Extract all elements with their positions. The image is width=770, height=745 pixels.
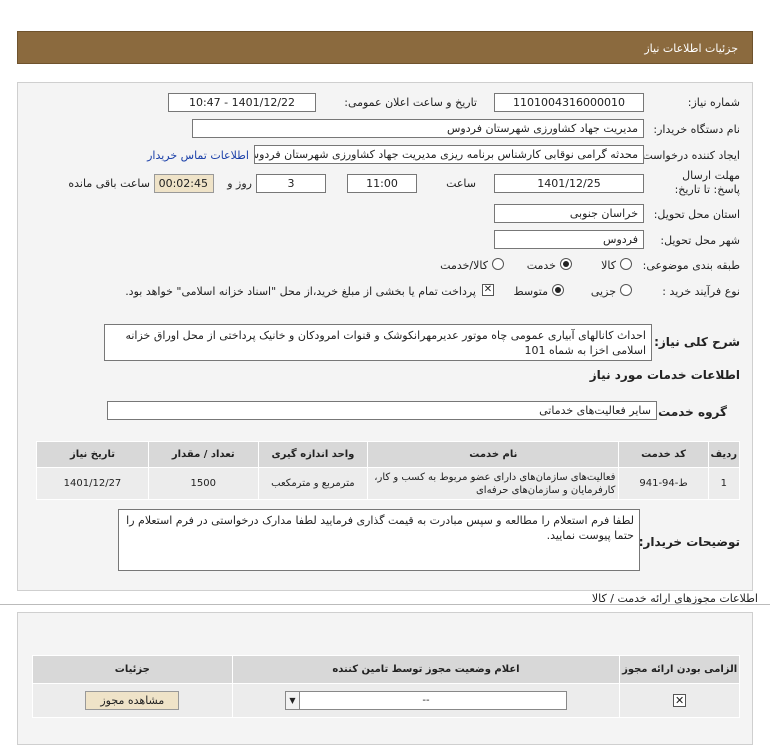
licenses-table-header: الزامی بودن ارائه مجوز اعلام وضعیت مجوز … xyxy=(32,655,740,684)
cell-date: 1401/12/27 xyxy=(36,467,149,500)
col-row: ردیف xyxy=(707,441,741,468)
buyer-org-label: نام دستگاه خریدار: xyxy=(653,123,740,136)
license-status-cell: -- ▼ xyxy=(231,683,621,718)
col-license-status: اعلام وضعیت مجوز توسط تامین کننده xyxy=(231,655,621,684)
cell-name: فعالیت‌های سازمان‌های دارای عضو مربوط به… xyxy=(367,467,620,500)
view-license-button[interactable]: مشاهده مجوز xyxy=(85,691,180,710)
deadline-time-field[interactable]: 11:00 xyxy=(347,174,417,193)
service-group-field[interactable]: سایر فعالیت‌های خدماتی xyxy=(107,401,657,420)
category-service-label: خدمت xyxy=(526,259,556,272)
cell-row: 1 xyxy=(707,467,741,500)
days-field[interactable]: 3 xyxy=(256,174,326,193)
buyer-org-field[interactable]: مدیریت جهاد کشاورزی شهرستان فردوس xyxy=(192,119,644,138)
category-radio-service[interactable] xyxy=(560,258,572,270)
col-name: نام خدمت xyxy=(367,441,620,468)
col-license-required: الزامی بودن ارائه مجوز xyxy=(619,655,740,684)
buyer-notes-label: توضیحات خریدار: xyxy=(638,535,740,549)
items-table-header: ردیف کد خدمت نام خدمت واحد اندازه گیری ت… xyxy=(36,441,741,468)
deadline-label: مهلت ارسال پاسخ: تا تاریخ: xyxy=(674,169,740,196)
page-title: جزئیات اطلاعات نیاز xyxy=(644,42,738,55)
process-radio-medium[interactable] xyxy=(552,284,564,296)
category-radio-goods-service[interactable] xyxy=(492,258,504,270)
announce-label: تاریخ و ساعت اعلان عمومی: xyxy=(344,96,477,109)
remaining-label: ساعت باقی مانده xyxy=(68,177,150,190)
col-unit: واحد اندازه گیری xyxy=(257,441,369,468)
licenses-table: الزامی بودن ارائه مجوز اعلام وضعیت مجوز … xyxy=(32,655,740,718)
col-qty: تعداد / مقدار xyxy=(147,441,259,468)
need-number-field[interactable]: 1101004316000010 xyxy=(494,93,644,112)
items-table: ردیف کد خدمت نام خدمت واحد اندازه گیری ت… xyxy=(36,441,741,500)
contact-info-link[interactable]: اطلاعات تماس خریدار xyxy=(147,149,249,162)
license-status-select[interactable]: -- ▼ xyxy=(284,691,567,710)
category-radio-goods[interactable] xyxy=(620,258,632,270)
licenses-panel: الزامی بودن ارائه مجوز اعلام وضعیت مجوز … xyxy=(17,612,753,745)
city-label: شهر محل تحویل: xyxy=(660,234,740,247)
cell-code: ط-94-941 xyxy=(618,467,709,500)
process-radio-minor[interactable] xyxy=(620,284,632,296)
col-code: کد خدمت xyxy=(618,441,709,468)
license-required-cell: ✕ xyxy=(619,683,740,718)
payment-note: پرداخت تمام یا بخشی از مبلغ خرید،از محل … xyxy=(125,285,476,298)
process-label: نوع فرآیند خرید : xyxy=(662,285,740,298)
deadline-date-field[interactable]: 1401/12/25 xyxy=(494,174,644,193)
time-label: ساعت xyxy=(446,177,476,190)
buyer-notes-field[interactable]: لطفا فرم استعلام را مطالعه و سپس مبادرت … xyxy=(118,509,640,571)
category-goods-service-label: کالا/خدمت xyxy=(440,259,488,272)
licenses-section-title: اطلاعات مجوزهای ارائه خدمت / کالا xyxy=(591,592,758,605)
payment-checkbox[interactable]: ✕ xyxy=(482,284,494,296)
requester-field[interactable]: محدثه گرامی نوقابی کارشناس برنامه ریزی م… xyxy=(254,145,644,164)
requester-label: ایجاد کننده درخواست: xyxy=(638,149,740,162)
general-desc-label: شرح کلی نیاز: xyxy=(654,335,740,349)
process-minor-label: جزیی xyxy=(590,285,616,298)
general-desc-field[interactable]: احداث کانالهای آبیاری عمومی چاه موتور عد… xyxy=(104,324,652,361)
city-field[interactable]: فردوس xyxy=(494,230,644,249)
need-details-panel: شماره نیاز: 1101004316000010 تاریخ و ساع… xyxy=(17,82,753,591)
license-details-cell: مشاهده مجوز xyxy=(32,683,233,718)
license-status-value: -- xyxy=(422,695,430,706)
license-required-checkbox[interactable]: ✕ xyxy=(673,694,687,707)
process-medium-label: متوسط xyxy=(513,285,548,298)
need-number-label: شماره نیاز: xyxy=(687,96,740,109)
province-label: استان محل تحویل: xyxy=(653,208,740,221)
table-row: 1 ط-94-941 فعالیت‌های سازمان‌های دارای ع… xyxy=(36,467,741,500)
col-license-details: جزئیات xyxy=(32,655,233,684)
cell-unit: مترمربع و مترمکعب xyxy=(257,467,369,500)
service-group-label: گروه خدمت: xyxy=(653,405,727,419)
province-field[interactable]: خراسان جنوبی xyxy=(494,204,644,223)
table-row: ✕ -- ▼ مشاهده مجوز xyxy=(32,683,740,718)
chevron-down-icon[interactable]: ▼ xyxy=(285,692,300,709)
col-date: تاریخ نیاز xyxy=(36,441,149,468)
category-label: طبقه بندی موضوعی: xyxy=(642,259,740,272)
page-header: جزئیات اطلاعات نیاز xyxy=(17,31,753,64)
remaining-time-field: 00:02:45 xyxy=(154,174,214,193)
category-goods-label: کالا xyxy=(601,259,616,272)
announce-field[interactable]: 1401/12/22 - 10:47 xyxy=(168,93,316,112)
cell-qty: 1500 xyxy=(147,467,259,500)
day-label: روز و xyxy=(227,177,252,190)
licenses-divider xyxy=(0,604,770,605)
services-section-title: اطلاعات خدمات مورد نیاز xyxy=(589,368,740,382)
